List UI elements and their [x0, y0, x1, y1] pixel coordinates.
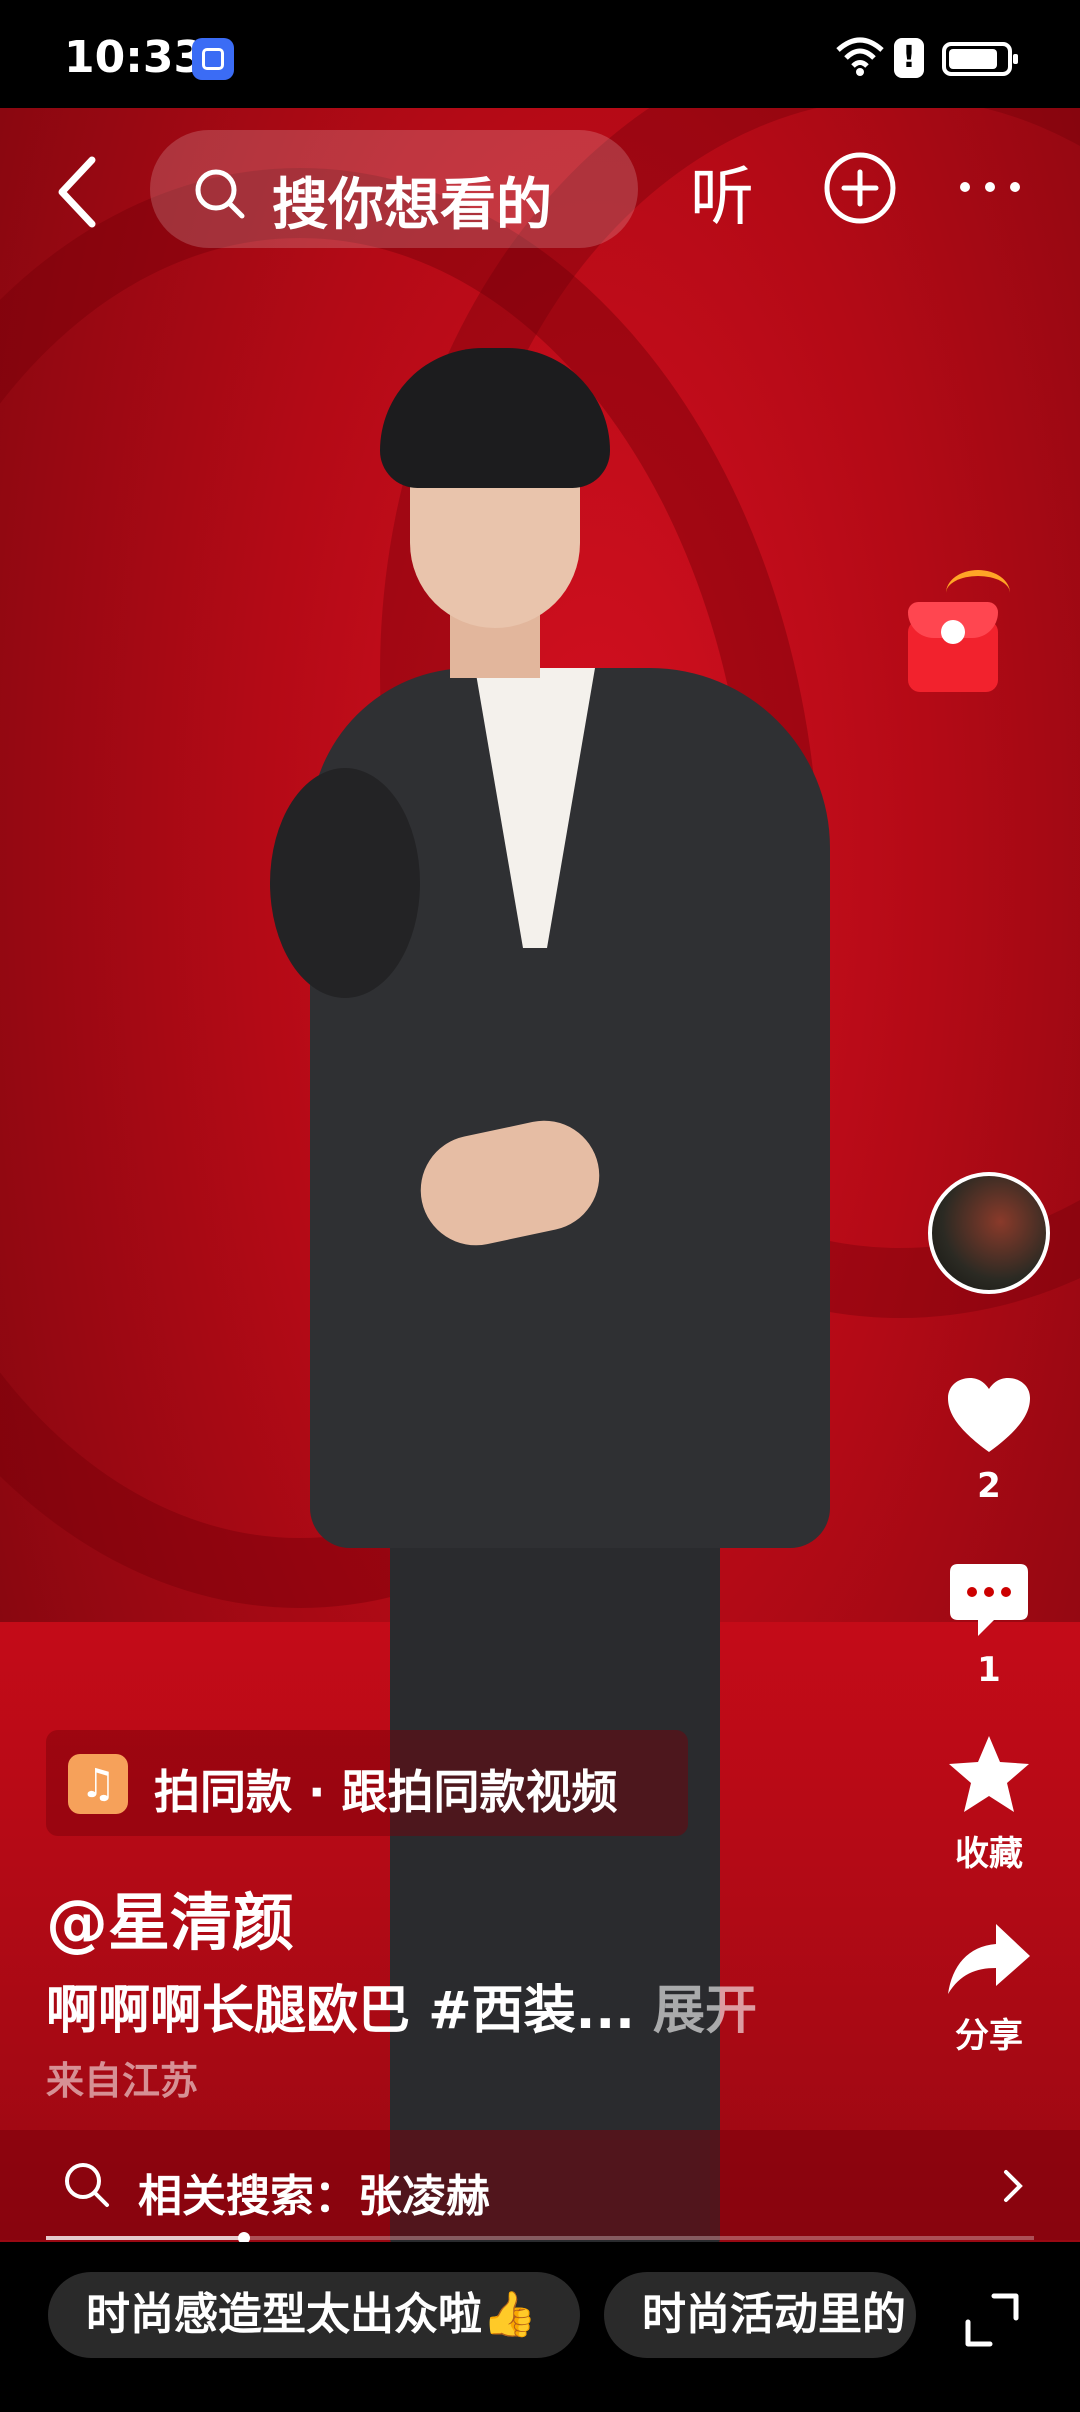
author-avatar[interactable] — [928, 1172, 1050, 1294]
search-box[interactable]: 搜你想看的 — [150, 130, 638, 248]
expand-link[interactable]: 展开 — [653, 1981, 757, 2041]
post-location: 来自江苏 — [46, 2059, 199, 2103]
post-caption: 啊啊啊长腿欧巴 #西装... 展开 — [46, 1968, 757, 2043]
progress-played — [46, 2236, 244, 2240]
battery-icon — [942, 42, 1018, 76]
search-icon — [195, 169, 245, 219]
add-icon[interactable] — [822, 150, 898, 226]
same-clip-banner[interactable]: ♫ 拍同款 · 跟拍同款视频 — [46, 1730, 688, 1836]
related-search-bar[interactable]: 相关搜索：张凌赫 — [0, 2130, 1080, 2240]
playback-progress[interactable] — [46, 2232, 1034, 2244]
bottom-bar: 时尚感造型太出众啦👍 时尚活动里的 — [0, 2242, 1080, 2412]
caption-text: 啊啊啊长腿欧巴 #西装... — [46, 1981, 635, 2041]
like-count: 2 — [977, 1466, 1001, 1506]
listen-button[interactable]: 听 — [690, 146, 754, 238]
notification-app-icon — [192, 38, 234, 80]
heart-icon — [948, 1378, 1030, 1452]
video-subject — [270, 348, 910, 2242]
fullscreen-icon[interactable] — [964, 2292, 1020, 2348]
comment-chip[interactable]: 时尚感造型太出众啦👍 — [48, 2272, 580, 2358]
share-label: 分享 — [955, 2016, 1023, 2056]
favorite-button[interactable]: 收藏 — [929, 1734, 1049, 1875]
share-icon — [948, 1924, 1030, 1994]
status-bar: 10:33 ! — [0, 0, 1080, 108]
status-time: 10:33 — [64, 32, 205, 83]
more-icon[interactable] — [958, 180, 1022, 194]
comment-chip[interactable]: 时尚活动里的 — [604, 2272, 916, 2358]
search-icon — [65, 2163, 109, 2207]
top-nav: 搜你想看的 听 — [0, 108, 1080, 268]
same-clip-label: 拍同款 · 跟拍同款视频 — [154, 1765, 618, 1819]
red-packet-icon[interactable] — [908, 570, 1010, 692]
alert-icon: ! — [894, 38, 924, 78]
like-button[interactable]: 2 — [929, 1376, 1049, 1506]
star-icon — [949, 1736, 1029, 1812]
favorite-label: 收藏 — [955, 1834, 1023, 1874]
search-placeholder: 搜你想看的 — [272, 173, 552, 238]
music-note-icon: ♫ — [68, 1754, 128, 1814]
author-name[interactable]: @星清颜 — [46, 1872, 294, 1962]
comment-icon — [950, 1564, 1028, 1636]
chevron-right-icon — [1004, 2170, 1023, 2202]
back-icon[interactable] — [50, 152, 110, 232]
wifi-icon — [836, 37, 884, 76]
comment-button[interactable]: 1 — [929, 1560, 1049, 1690]
share-button[interactable]: 分享 — [929, 1922, 1049, 2057]
comment-count: 1 — [977, 1650, 1001, 1690]
related-search-label: 相关搜索：张凌赫 — [138, 2171, 490, 2222]
